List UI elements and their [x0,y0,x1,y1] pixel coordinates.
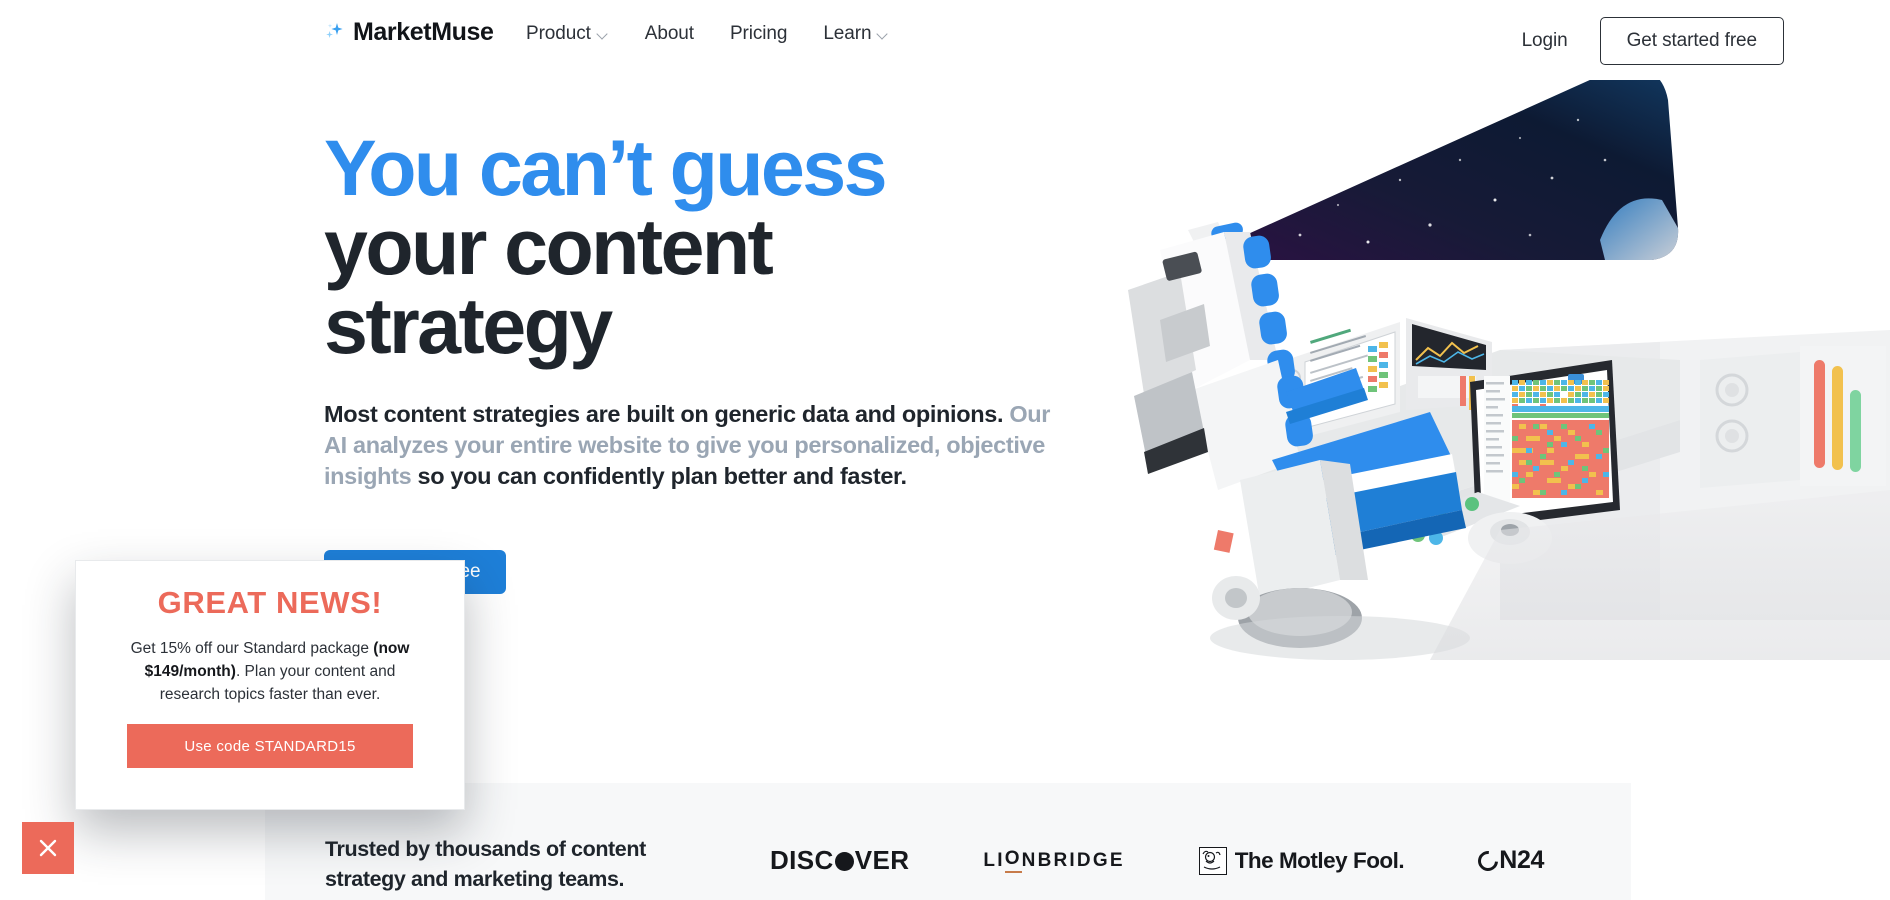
logo-on24: N24 [1474,846,1545,875]
hero-illustration-spaceship-cockpit [1100,60,1890,660]
nav-item-learn[interactable]: Learn [823,24,889,43]
logo-the-motley-fool-text: The Motley Fool. [1234,847,1405,873]
nav-item-pricing[interactable]: Pricing [730,24,787,43]
logo-lionbridge-text-a: LI [983,849,1005,871]
promo-body: Get 15% off our Standard package (now $1… [127,638,413,706]
chevron-down-icon [878,30,889,37]
sparkle-icon [324,21,346,45]
brand-name: MarketMuse [353,18,494,46]
headline-line-2: your content [324,202,774,291]
subheading-part-3: so you can confidently plan better and f… [411,463,907,490]
logo-the-motley-fool: The Motley Fool. [1198,846,1405,875]
subheading-part-1: Most content strategies are built on gen… [324,401,1010,427]
landing-page: MarketMuse Product About Pricing Learn L… [0,0,1890,900]
jester-icon [1198,846,1227,875]
promo-popup: GREAT NEWS! Get 15% off our Standard pac… [75,560,465,810]
promo-title: GREAT NEWS! [157,585,383,620]
logo-discover: DISC VER [770,845,909,876]
close-icon [37,837,59,859]
nav-item-product[interactable]: Product [526,24,609,43]
client-logos: DISC VER LI O NBRIDGE The Motley Fool. N… [770,845,1544,876]
brand-logo[interactable]: MarketMuse [324,20,494,45]
nav-links: Product About Pricing Learn [526,24,889,43]
nav-item-about-label: About [644,23,694,44]
logo-lionbridge-text-c: NBRIDGE [1021,849,1125,871]
crescent-icon [1474,846,1503,875]
nav-item-learn-label: Learn [823,23,872,44]
promo-use-code-button[interactable]: Use code STANDARD15 [127,724,413,769]
login-link[interactable]: Login [1522,30,1568,52]
page-title: You can’t guess your content strategy [324,128,1084,365]
get-started-free-button[interactable]: Get started free [1599,17,1784,65]
nav-item-about[interactable]: About [645,24,694,43]
logo-lionbridge-text-b: O [1004,848,1022,873]
nav-item-product-label: Product [526,23,591,44]
top-navigation-bar: MarketMuse Product About Pricing Learn L… [0,0,1890,80]
headline-line-3: strategy [324,281,613,370]
promo-close-button[interactable] [22,822,74,874]
logo-discover-text-a: DISC [770,845,834,875]
promo-body-part-1: Get 15% off our Standard package [130,640,374,657]
logo-discover-text-b: VER [854,845,910,875]
logo-lionbridge: LI O NBRIDGE [983,848,1124,873]
trusted-by-title: Trusted by thousands of content strategy… [325,837,646,891]
nav-actions: Login Get started free [1522,17,1784,65]
hero-subheading: Most content strategies are built on gen… [324,399,1074,492]
nav-item-pricing-label: Pricing [729,23,788,44]
circle-icon [834,852,854,871]
hero-text-block: You can’t guess your content strategy Mo… [324,128,1084,492]
headline-line-1: You can’t guess [324,123,888,212]
logo-on24-text: N24 [1499,846,1545,874]
chevron-down-icon [598,30,609,37]
